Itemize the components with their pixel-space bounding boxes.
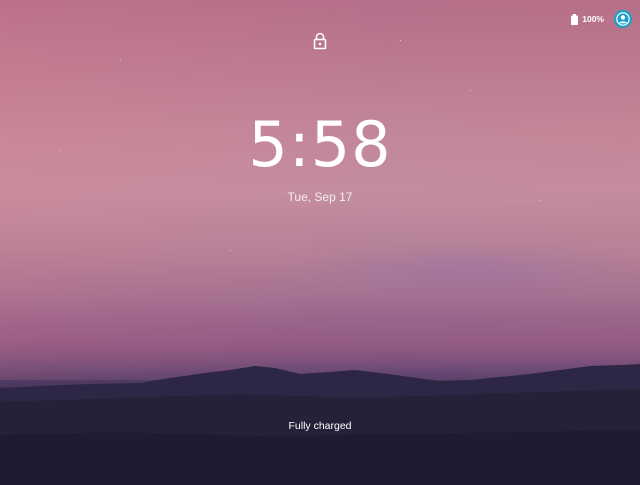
lock-icon[interactable]	[312, 32, 328, 50]
person-icon	[616, 12, 630, 26]
clock-time: 5:58	[248, 108, 392, 181]
star	[120, 60, 121, 61]
mountain-silhouette	[0, 364, 640, 485]
lock-screen: 100% 5:58 Tue, Sep 17 Fully charged	[0, 0, 640, 485]
sky-haze	[300, 240, 640, 300]
charging-status: Fully charged	[288, 420, 352, 432]
status-bar: 100%	[571, 0, 640, 38]
clock-date: Tue, Sep 17	[287, 190, 353, 204]
user-avatar-icon[interactable]	[614, 10, 632, 28]
star	[470, 90, 471, 91]
battery-percentage: 100%	[582, 14, 604, 24]
battery-full-icon	[571, 13, 579, 25]
star	[400, 40, 401, 41]
star	[230, 250, 231, 251]
